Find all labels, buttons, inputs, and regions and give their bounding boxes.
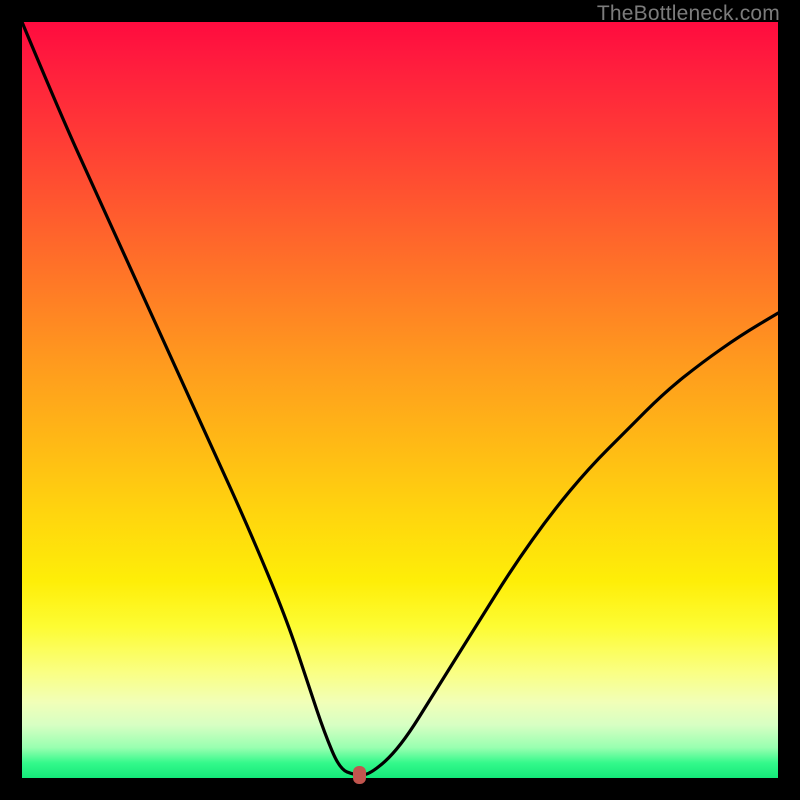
curve-svg xyxy=(22,22,778,778)
optimum-marker xyxy=(353,766,366,784)
plot-area xyxy=(22,22,778,778)
chart-frame: TheBottleneck.com xyxy=(0,0,800,800)
curve-path xyxy=(22,22,778,775)
